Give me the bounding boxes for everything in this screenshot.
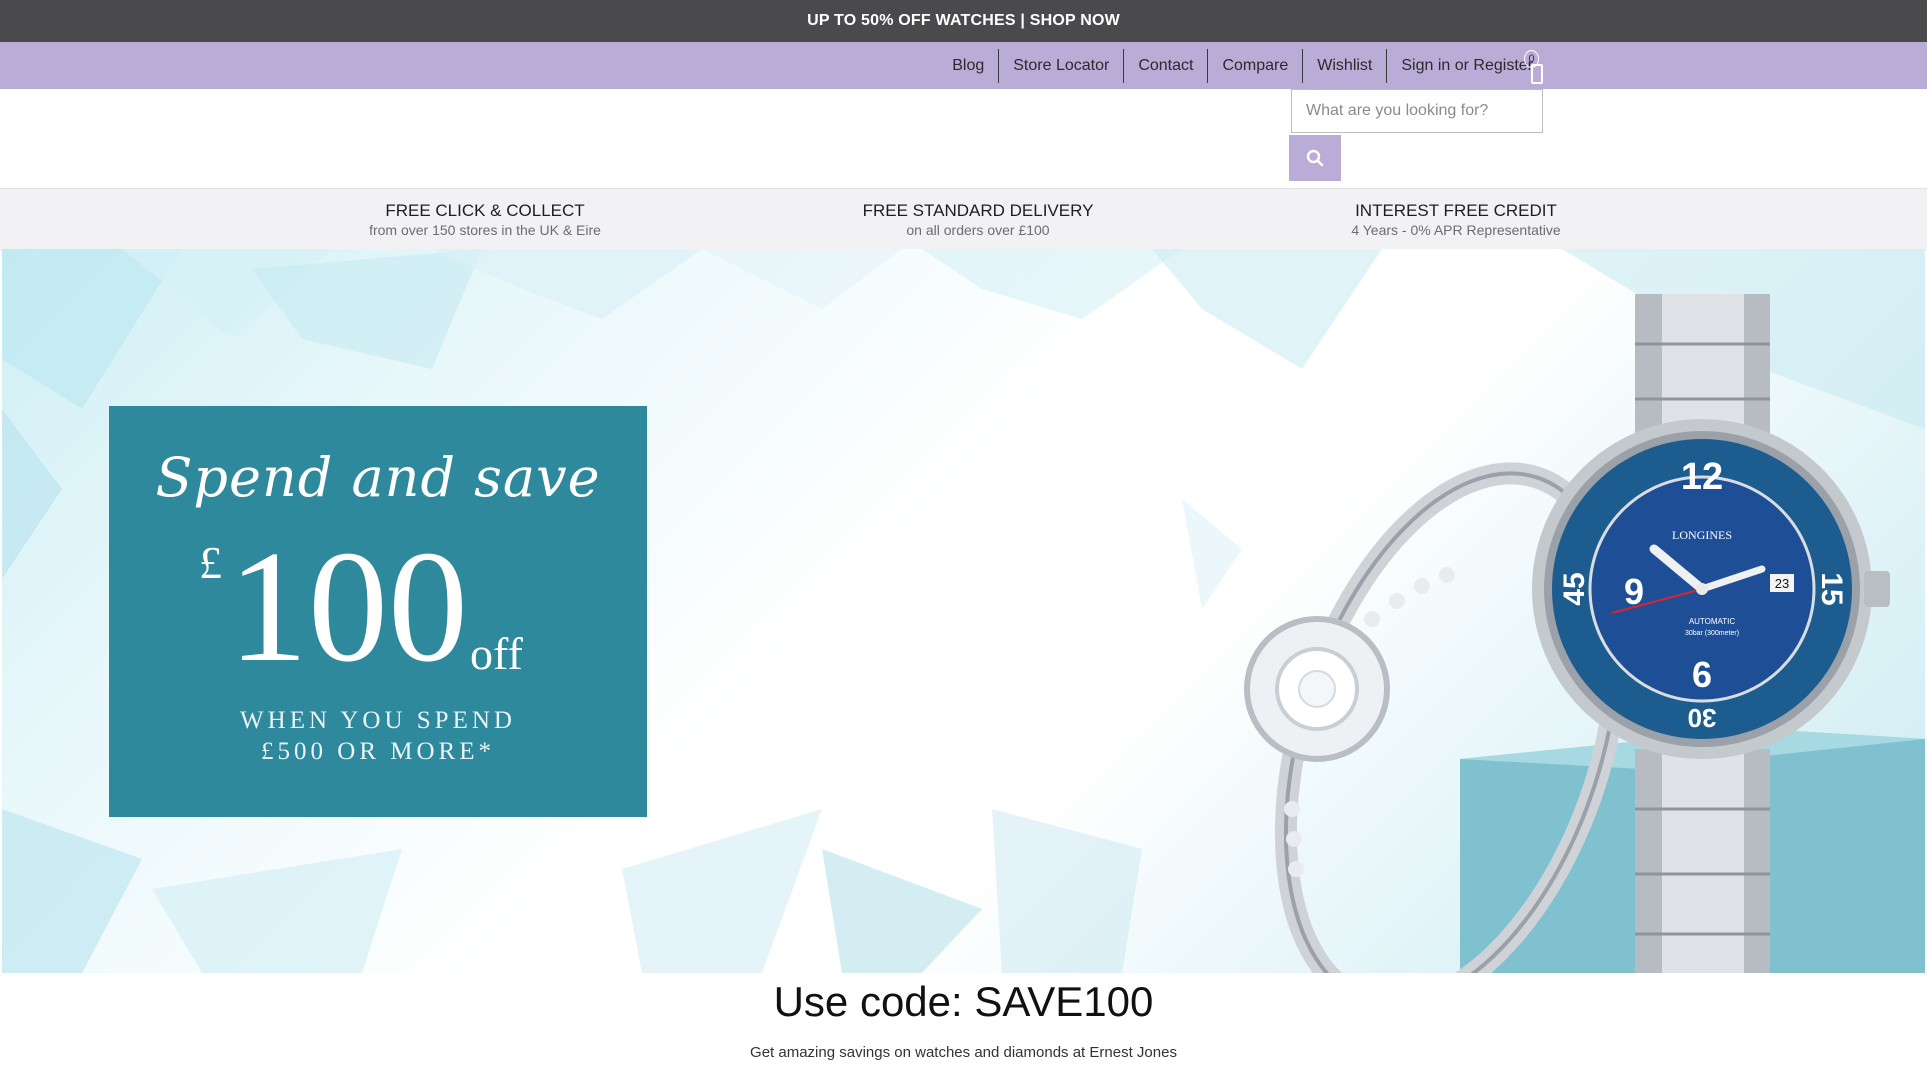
nav-link-blog[interactable]: Blog xyxy=(938,49,1000,83)
promo-tagline: Get amazing savings on watches and diamo… xyxy=(750,1044,1177,1061)
nav-link-wishlist[interactable]: Wishlist xyxy=(1303,49,1388,83)
cart-button[interactable]: 0 xyxy=(1524,50,1543,84)
bezel-number-30: 30 xyxy=(1688,703,1717,733)
benefit-title: FREE STANDARD DELIVERY xyxy=(862,201,1094,220)
benefit-subtitle: 4 Years - 0% APR Representative xyxy=(1351,222,1561,238)
benefit-standard-delivery[interactable]: FREE STANDARD DELIVERY on all orders ove… xyxy=(863,201,1094,239)
benefit-subtitle: from over 150 stores in the UK & Eire xyxy=(369,222,601,238)
product-visual: 12 45 15 30 9 6 LONGINES AUTOMATIC 30bar… xyxy=(1244,294,1925,973)
search-button[interactable] xyxy=(1289,135,1341,181)
nav-link-contact[interactable]: Contact xyxy=(1124,49,1209,83)
utility-nav: Blog Store Locator Contact Compare Wishl… xyxy=(938,49,1547,83)
watch-automatic: AUTOMATIC xyxy=(1689,617,1736,626)
benefit-subtitle: on all orders over £100 xyxy=(906,222,1050,238)
bezel-number-15: 15 xyxy=(1815,572,1848,605)
benefit-interest-free-credit[interactable]: INTEREST FREE CREDIT 4 Years - 0% APR Re… xyxy=(1351,201,1560,239)
benefit-click-collect[interactable]: FREE CLICK & COLLECT from over 150 store… xyxy=(369,201,601,239)
dial-number-6: 6 xyxy=(1692,654,1712,695)
search-icon xyxy=(1306,149,1324,167)
hero-banner[interactable]: Spend and save £ 100 off WHEN YOU SPEND … xyxy=(2,249,1925,973)
promo-code: Use code: SAVE100 xyxy=(773,978,1154,1025)
search-input[interactable] xyxy=(1291,89,1543,133)
nav-link-compare[interactable]: Compare xyxy=(1208,49,1304,83)
promo-banner[interactable]: UP TO 50% OFF WATCHES | SHOP NOW xyxy=(0,0,1927,42)
watch-date: 23 xyxy=(1775,576,1789,591)
bezel-number-12: 12 xyxy=(1681,456,1723,498)
utility-bar: Blog Store Locator Contact Compare Wishl… xyxy=(0,42,1927,89)
nav-link-store-locator[interactable]: Store Locator xyxy=(999,49,1125,83)
watch-brand: LONGINES xyxy=(1672,528,1732,542)
benefit-title: FREE CLICK & COLLECT xyxy=(385,201,585,220)
bezel-number-45: 45 xyxy=(1558,572,1591,605)
benefits-bar: FREE CLICK & COLLECT from over 150 store… xyxy=(0,188,1927,251)
watch-depth: 30bar (300meter) xyxy=(1685,630,1739,637)
bag-icon xyxy=(1531,64,1543,84)
promo-banner-text[interactable]: UP TO 50% OFF WATCHES | SHOP NOW xyxy=(807,12,1120,30)
benefit-title: INTEREST FREE CREDIT xyxy=(1355,201,1557,220)
